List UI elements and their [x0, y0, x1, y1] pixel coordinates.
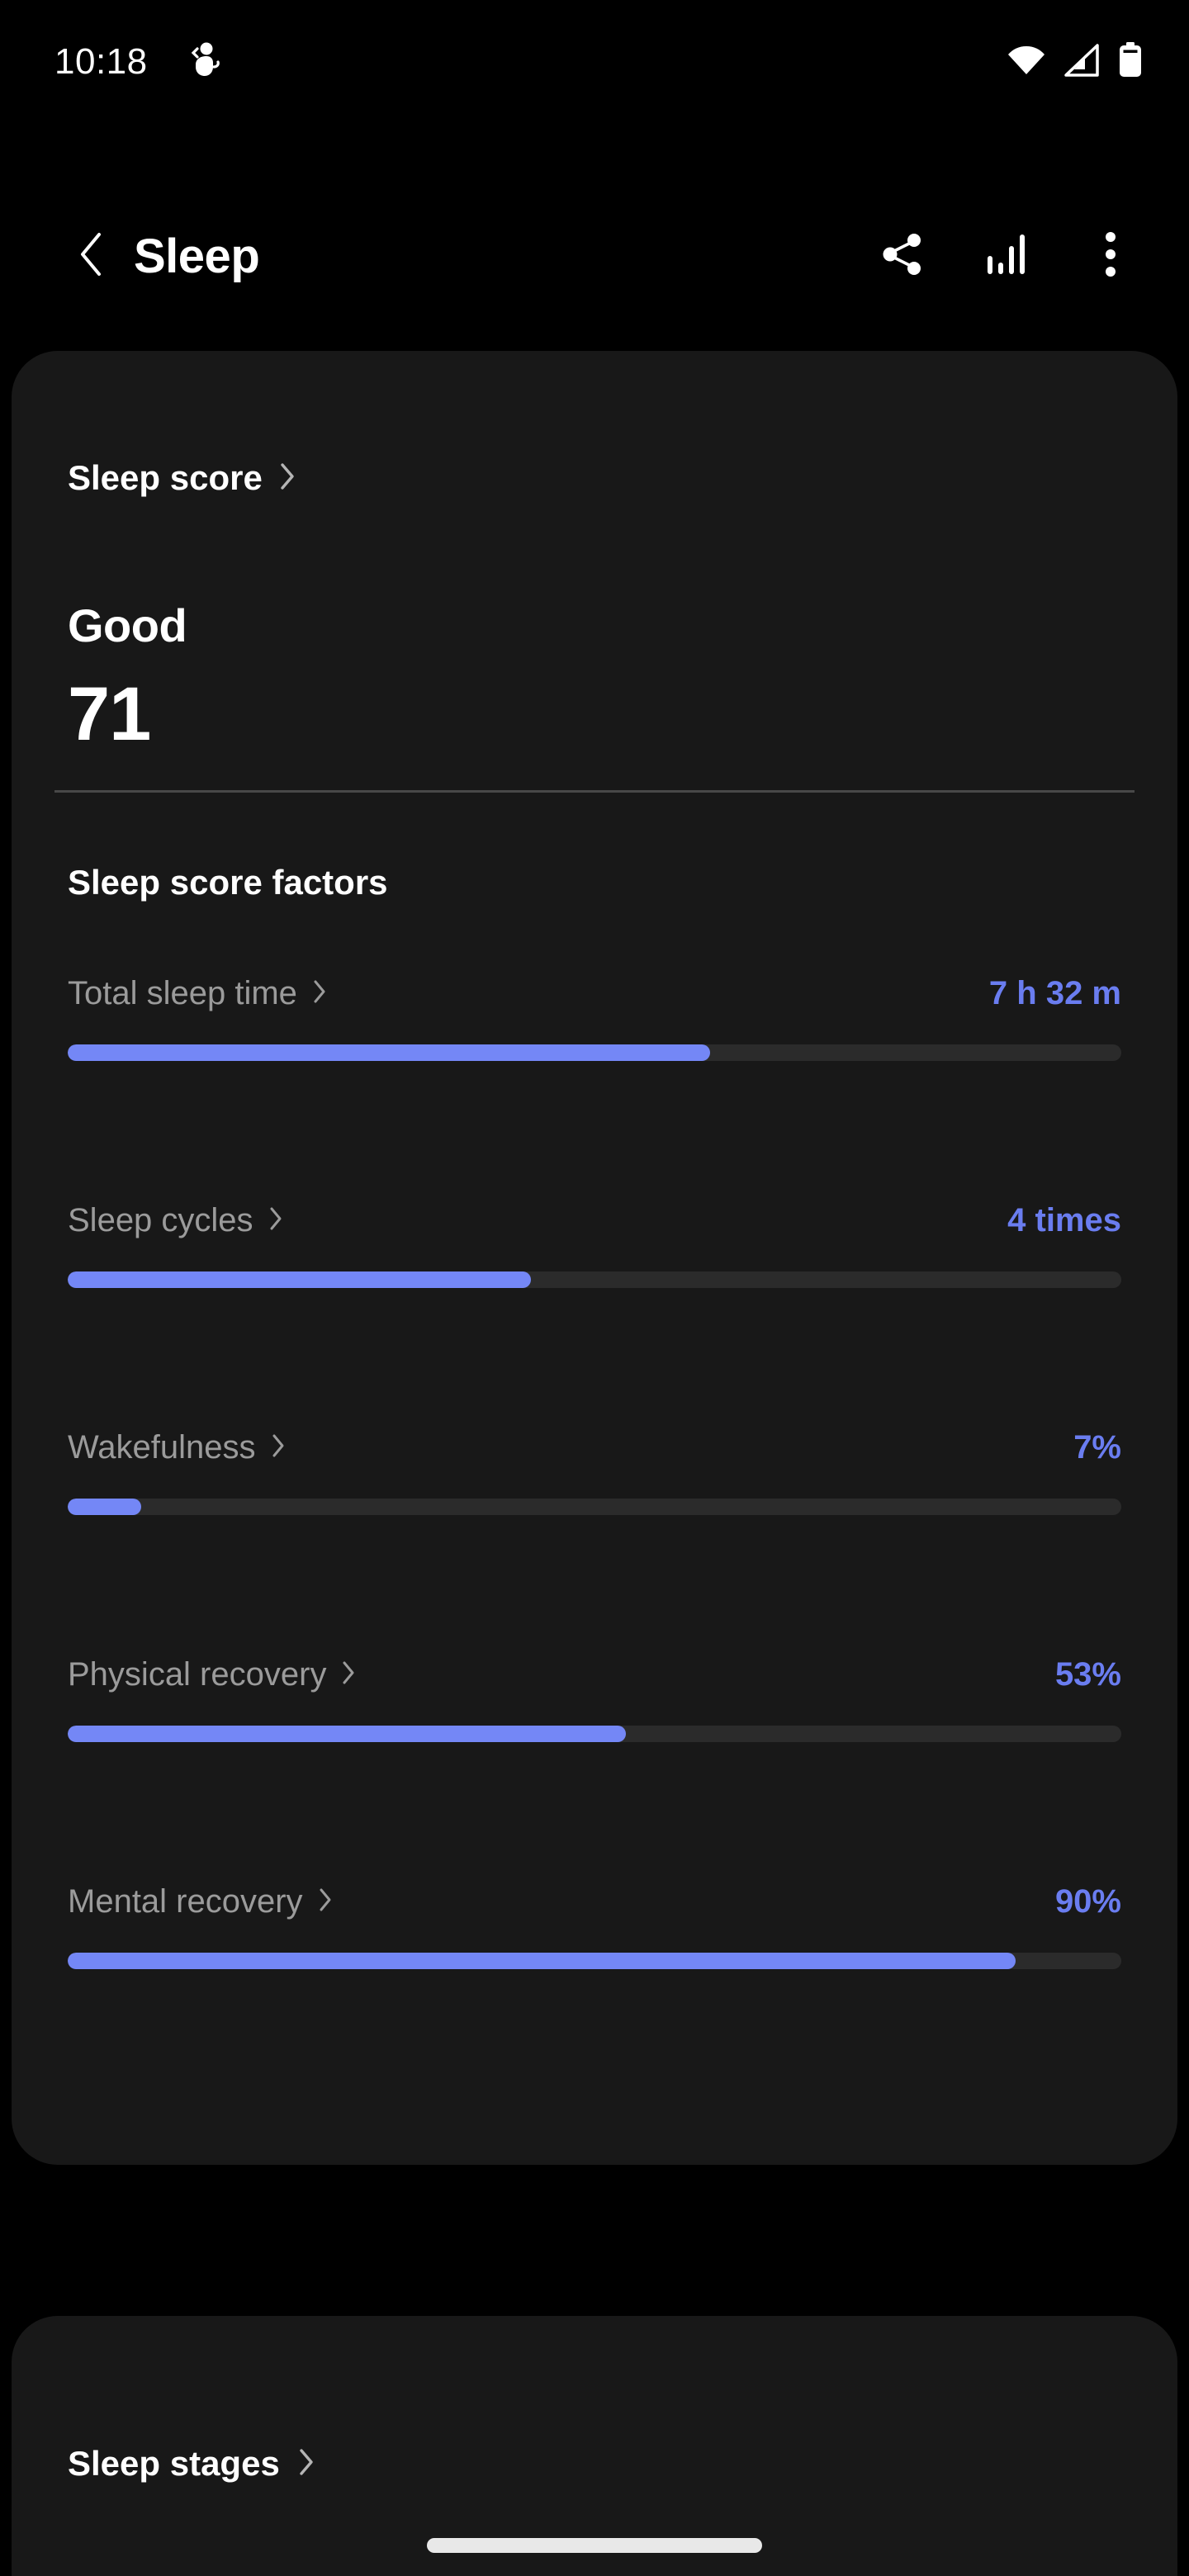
more-options-button[interactable] — [1078, 224, 1143, 288]
factor-label: Sleep cycles — [68, 1201, 253, 1238]
factor-row[interactable]: Total sleep time 7 h 32 m — [68, 970, 1121, 1061]
share-icon — [881, 232, 924, 281]
factor-label: Wakefulness — [68, 1428, 256, 1466]
sleep-score-label: Sleep score — [68, 458, 263, 497]
factor-progress-fill — [68, 1499, 142, 1515]
factor-row[interactable]: Sleep cycles 4 times — [68, 1197, 1121, 1288]
sleep-stages-header[interactable]: Sleep stages — [68, 2444, 315, 2484]
back-chevron-icon — [77, 231, 105, 282]
factor-label: Mental recovery — [68, 1882, 303, 1920]
status-bar: 10:18 — [0, 0, 1189, 124]
page-title: Sleep — [134, 229, 260, 283]
status-bar-left: 10:18 — [54, 41, 220, 83]
factor-row[interactable]: Wakefulness 7% — [68, 1424, 1121, 1515]
chevron-right-icon — [298, 2448, 315, 2480]
status-bar-right — [1007, 41, 1143, 83]
sleep-score-header[interactable]: Sleep score — [68, 458, 296, 498]
share-button[interactable] — [870, 224, 935, 288]
sleep-score-value: 71 — [68, 672, 151, 756]
factor-value: 7% — [1073, 1428, 1121, 1466]
factor-progress-track — [68, 1726, 1121, 1742]
chevron-right-icon — [279, 462, 296, 495]
factor-progress-track — [68, 1953, 1121, 1969]
factor-progress-fill — [68, 1271, 532, 1288]
factor-value: 53% — [1054, 1655, 1121, 1693]
app-bar-actions — [870, 224, 1143, 288]
cellular-signal-icon — [1063, 43, 1100, 81]
factor-value: 4 times — [1007, 1201, 1121, 1238]
section-divider — [54, 790, 1135, 793]
sleep-score-card: Sleep score Good 71 Sleep score factors … — [12, 351, 1177, 2165]
wifi-icon — [1007, 44, 1045, 81]
factor-row[interactable]: Mental recovery 90% — [68, 1878, 1121, 1969]
factor-progress-fill — [68, 1044, 711, 1061]
battery-icon — [1118, 41, 1143, 83]
app-bar: Sleep — [0, 206, 1189, 305]
chevron-right-icon — [271, 1433, 286, 1462]
phone-screen: 10:18 Sleep Sleep score Good 71 Sleep sc… — [0, 0, 1189, 2576]
back-button[interactable] — [58, 223, 124, 289]
factor-label: Physical recovery — [68, 1655, 327, 1693]
chevron-right-icon — [318, 1887, 333, 1916]
factor-label: Total sleep time — [68, 974, 297, 1011]
health-figure-icon — [187, 42, 220, 83]
factor-progress-fill — [68, 1726, 627, 1742]
factor-progress-track — [68, 1044, 1121, 1061]
sleep-stages-card: Sleep stages — [12, 2316, 1177, 2576]
bar-chart-icon — [985, 231, 1028, 282]
factor-value: 7 h 32 m — [988, 974, 1121, 1011]
sleep-score-factors-title: Sleep score factors — [68, 863, 388, 902]
sleep-score-rating: Good — [68, 599, 187, 651]
chevron-right-icon — [341, 1660, 356, 1689]
chevron-right-icon — [268, 1206, 283, 1235]
more-options-icon — [1105, 231, 1116, 282]
status-bar-clock: 10:18 — [54, 41, 148, 82]
trends-chart-button[interactable] — [974, 224, 1039, 288]
factor-value: 90% — [1054, 1882, 1121, 1920]
factor-progress-fill — [68, 1953, 1016, 1969]
sleep-stages-label: Sleep stages — [68, 2444, 280, 2483]
chevron-right-icon — [312, 979, 327, 1008]
factor-progress-track — [68, 1271, 1121, 1288]
factor-row[interactable]: Physical recovery 53% — [68, 1651, 1121, 1742]
factor-progress-track — [68, 1499, 1121, 1515]
home-indicator[interactable] — [427, 2538, 762, 2553]
